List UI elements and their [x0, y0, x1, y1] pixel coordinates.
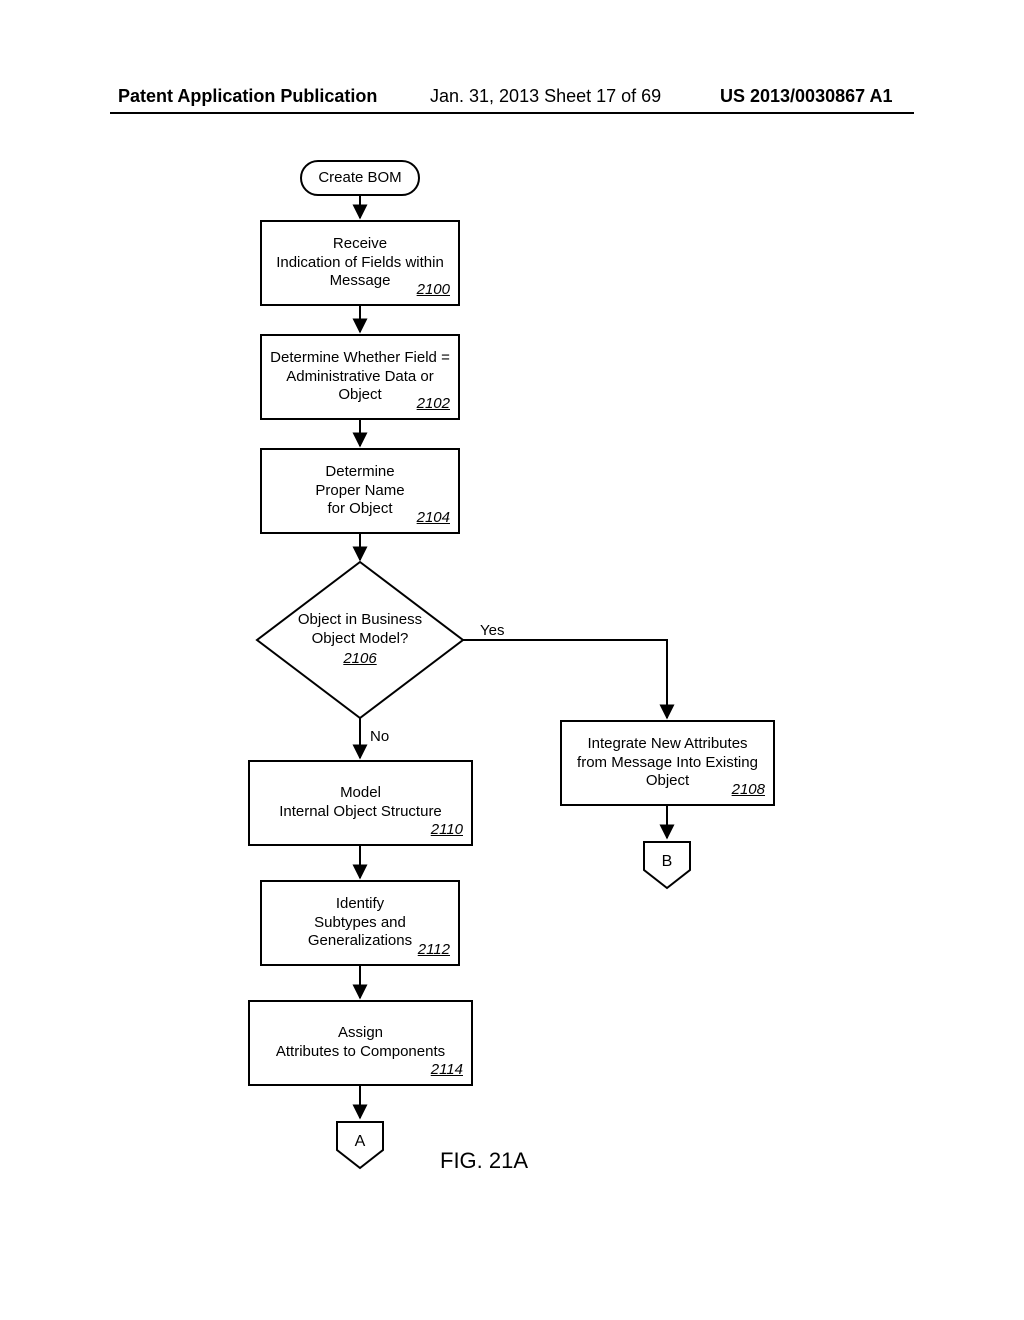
- step-2112: Identify Subtypes and Generalizations 21…: [260, 880, 460, 966]
- decision-2106: Object in Business Object Model? 2106: [255, 560, 465, 720]
- step-2100-line1: Receive: [333, 235, 387, 254]
- step-2104-line2: Proper Name: [315, 482, 404, 501]
- step-2112-ref: 2112: [418, 941, 450, 960]
- header-rule: [110, 112, 914, 114]
- offpage-connector-a: A: [335, 1120, 385, 1170]
- step-2100-ref: 2100: [417, 281, 450, 300]
- decision-2106-ref: 2106: [343, 650, 376, 669]
- header-sheet: Jan. 31, 2013 Sheet 17 of 69: [430, 86, 661, 107]
- step-2112-line2: Subtypes and: [314, 914, 406, 933]
- label-yes: Yes: [480, 622, 504, 639]
- figure-caption: FIG. 21A: [440, 1148, 528, 1174]
- step-2110-ref: 2110: [431, 821, 463, 840]
- step-2108-line3: Object: [646, 772, 689, 791]
- label-no: No: [370, 728, 389, 745]
- step-2110: Model Internal Object Structure 2110: [248, 760, 473, 846]
- step-2110-line2: Internal Object Structure: [279, 803, 442, 822]
- connector-b-label: B: [642, 840, 692, 890]
- start-label: Create BOM: [318, 169, 401, 188]
- connector-a-label: A: [335, 1120, 385, 1170]
- step-2102-ref: 2102: [417, 395, 450, 414]
- step-2112-line1: Identify: [336, 895, 384, 914]
- step-2100-line3: Message: [330, 272, 391, 291]
- step-2102-line1: Determine Whether Field =: [270, 349, 450, 368]
- start-terminator: Create BOM: [300, 160, 420, 196]
- step-2108: Integrate New Attributes from Message In…: [560, 720, 775, 806]
- step-2112-line3: Generalizations: [308, 932, 412, 951]
- step-2108-line2: from Message Into Existing: [577, 754, 758, 773]
- step-2100-line2: Indication of Fields within: [276, 254, 444, 273]
- step-2104-line3: for Object: [327, 500, 392, 519]
- step-2108-line1: Integrate New Attributes: [587, 735, 747, 754]
- step-2100: Receive Indication of Fields within Mess…: [260, 220, 460, 306]
- step-2104-line1: Determine: [325, 463, 394, 482]
- step-2114: Assign Attributes to Components 2114: [248, 1000, 473, 1086]
- step-2102-line3: Object: [338, 386, 381, 405]
- decision-2106-line1: Object in Business: [298, 611, 422, 630]
- step-2108-ref: 2108: [732, 781, 765, 800]
- flow-arrows: [0, 0, 1024, 1320]
- offpage-connector-b: B: [642, 840, 692, 890]
- step-2110-line1: Model: [340, 784, 381, 803]
- step-2114-line2: Attributes to Components: [276, 1043, 445, 1062]
- step-2102-line2: Administrative Data or: [286, 368, 434, 387]
- step-2114-ref: 2114: [431, 1061, 463, 1080]
- step-2102: Determine Whether Field = Administrative…: [260, 334, 460, 420]
- header-pub: Patent Application Publication: [118, 86, 377, 107]
- step-2104: Determine Proper Name for Object 2104: [260, 448, 460, 534]
- page-header: Patent Application Publication Jan. 31, …: [0, 86, 1024, 114]
- header-docnum: US 2013/0030867 A1: [720, 86, 892, 107]
- decision-2106-line2: Object Model?: [312, 630, 409, 649]
- step-2104-ref: 2104: [417, 509, 450, 528]
- step-2114-line1: Assign: [338, 1024, 383, 1043]
